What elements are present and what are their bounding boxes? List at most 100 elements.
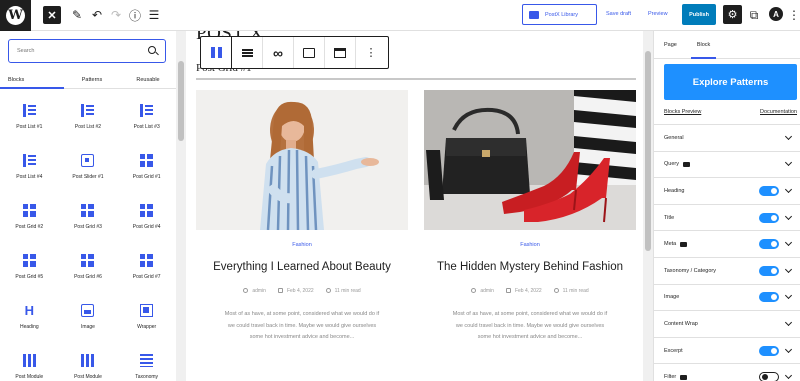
save-draft-button[interactable]: Save draft [606,11,631,17]
documentation-link[interactable]: Documentation [760,109,797,115]
chevron-down-icon[interactable] [784,212,793,220]
block-item[interactable]: Post List #1 [0,93,59,141]
block-item[interactable]: Post Grid #5 [0,243,59,291]
list-view-icon[interactable]: ☰ [145,6,163,24]
panel-row[interactable]: Taxonomy / Category [654,257,800,284]
chevron-down-icon[interactable] [784,265,793,273]
block-item[interactable]: Post Grid #3 [59,193,118,241]
panel-label-text: Query [664,161,679,168]
image-button[interactable] [294,37,325,68]
tab-reusable[interactable]: Reusable [120,71,176,88]
options-more-icon[interactable]: ⋮ [785,6,800,24]
chevron-down-icon[interactable] [784,185,793,194]
layout-button[interactable] [325,37,356,68]
search-icon [148,46,156,54]
panel-toggle[interactable] [759,212,779,223]
panel-row[interactable]: General [654,124,800,151]
post-category[interactable]: Fashion [196,242,408,248]
block-type-button[interactable] [201,37,232,68]
post-category[interactable]: Fashion [424,242,636,248]
chevron-down-icon[interactable] [784,132,793,140]
block-item[interactable]: Post Slider #1 [59,143,118,191]
panel-row[interactable]: Query [654,150,800,178]
post-title-link[interactable]: Everything I Learned About Beauty [196,261,408,273]
panel-toggle[interactable] [759,292,779,303]
post-title-link[interactable]: The Hidden Mystery Behind Fashion [424,261,636,273]
image-icon [303,47,315,58]
chevron-down-icon[interactable] [784,318,793,327]
wordpress-logo-icon[interactable]: W [0,0,31,31]
chevron-down-icon[interactable] [784,372,793,380]
post-image-shoes[interactable] [424,90,636,230]
details-info-icon[interactable]: ⓘ [126,6,144,24]
panel-toggle[interactable] [759,265,779,276]
post-card[interactable]: Fashion Everything I Learned About Beaut… [196,90,408,381]
link-button[interactable]: ∞ [263,37,294,68]
plugin-blocks-icon[interactable]: ⧉ [745,6,763,24]
tab-patterns[interactable]: Patterns [64,71,120,88]
block-item[interactable]: Post Grid #2 [0,193,59,241]
block-item[interactable]: Wrapper [117,293,176,341]
panel-row[interactable]: Content Wrap [654,310,800,337]
block-item[interactable]: Post List #2 [59,93,118,141]
panel-toggle[interactable] [759,239,779,250]
search-field[interactable] [8,39,166,63]
block-item[interactable]: Taxonomy [117,343,176,381]
postx-library-button[interactable]: PostX Library [522,4,597,25]
blocks-preview-link[interactable]: Blocks Preview [664,109,701,115]
block-item[interactable]: Post Grid #1 [117,143,176,191]
panel-toggle[interactable] [759,185,779,196]
explore-patterns-button[interactable]: Explore Patterns [664,64,797,100]
block-options-button[interactable]: ⋮ [356,37,386,68]
panel-row[interactable]: Title [654,203,800,231]
block-item[interactable]: Post Module [0,343,59,381]
post-list-icon [81,104,95,117]
panel-toggle[interactable] [759,345,779,356]
block-item[interactable]: Post List #4 [0,143,59,191]
post-meta: admin Feb 4, 2022 11 min read [196,288,408,294]
align-button[interactable] [232,37,263,68]
read-time: 11 min read [562,288,589,294]
chevron-down-icon[interactable] [784,159,793,167]
panel-row[interactable]: Meta [654,230,800,257]
post-image-woman[interactable] [196,90,408,230]
canvas-scrollbar[interactable] [643,31,653,381]
block-item[interactable]: Post Grid #6 [59,243,118,291]
settings-tabs: Page Block [654,31,800,59]
block-item[interactable]: Image [59,293,118,341]
panel-row[interactable]: Filter [654,363,800,381]
panel-row[interactable]: Image [654,283,800,311]
tab-blocks[interactable]: Blocks [0,71,64,89]
tab-block[interactable]: Block [687,31,720,59]
redo-icon[interactable]: ↷ [107,6,125,24]
block-item[interactable]: Post Grid #7 [117,243,176,291]
scrollbar-thumb[interactable] [178,61,184,141]
post-card[interactable]: Fashion The Hidden Mystery Behind Fashio… [424,90,636,381]
panel-row[interactable]: Excerpt [654,336,800,364]
preview-button[interactable]: Preview [648,11,668,17]
block-item-label: Post List #2 [74,124,102,130]
scrollbar-thumb[interactable] [645,51,651,251]
author-name[interactable]: admin [480,288,494,294]
editor-canvas: POST X Post Grid #1 ∞ ⋮ Fa [186,31,643,381]
publish-button[interactable]: Publish [682,4,716,25]
chevron-down-icon[interactable] [784,239,793,247]
typography-a-icon[interactable]: A [769,7,783,21]
panel-row[interactable]: Heading [654,177,800,204]
inserter-scrollbar[interactable] [176,31,186,381]
tab-page[interactable]: Page [654,31,687,58]
author-name[interactable]: admin [252,288,266,294]
undo-icon[interactable]: ↶ [88,6,106,24]
settings-gear-icon[interactable]: ⚙ [723,5,742,24]
block-item[interactable]: Post Module [59,343,118,381]
block-item[interactable]: Post List #3 [117,93,176,141]
chevron-down-icon[interactable] [784,292,793,300]
close-inserter-icon[interactable]: ✕ [43,6,61,24]
search-input[interactable] [17,48,137,54]
edit-pencil-icon[interactable]: ✎ [68,6,86,24]
block-item[interactable]: H Heading [0,293,59,341]
block-item[interactable]: Post Grid #4 [117,193,176,241]
chevron-down-icon[interactable] [784,345,793,353]
panel-toggle[interactable] [759,372,779,381]
taxonomy-icon [140,354,154,367]
